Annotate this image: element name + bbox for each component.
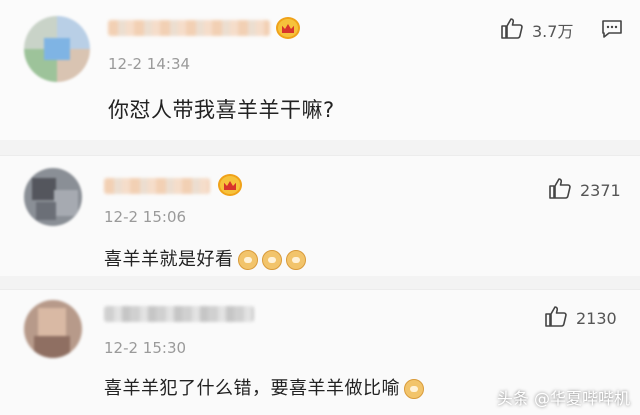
emoji-icon [237,250,258,270]
like-count: 3.7万 [532,22,574,41]
comment-list: 12-2 14:34 你怼人带我喜羊羊干嘛? 3.7万 12-2 15:06 喜… [0,0,640,415]
watermark: 头条 @华夏哔哔机 [496,389,630,408]
like-button[interactable]: 2371 [548,177,621,203]
comment-item: 12-2 15:30 喜羊羊犯了什么错，要喜羊羊做比喻 2130 头条 @华夏哔… [0,289,640,415]
comment-time: 12-2 15:06 [104,208,187,226]
thumbs-up-icon [548,177,580,203]
comment-text: 喜羊羊就是好看 [104,245,306,271]
comment-text: 喜羊羊犯了什么错，要喜羊羊做比喻 [104,374,424,400]
avatar[interactable] [24,16,90,82]
username-blurred[interactable] [108,20,270,36]
comment-text-content: 喜羊羊就是好看 [104,249,234,270]
comment-time: 12-2 15:30 [104,339,187,357]
like-count: 2130 [576,308,617,328]
crown-badge-icon [276,17,300,39]
comment-item: 12-2 14:34 你怼人带我喜羊羊干嘛? 3.7万 [0,0,640,140]
emoji-icon [285,250,306,270]
comment-time: 12-2 14:34 [108,55,191,73]
username-blurred[interactable] [104,178,210,194]
comment-item: 12-2 15:06 喜羊羊就是好看 2371 [0,155,640,276]
username-blurred[interactable] [104,306,254,322]
avatar[interactable] [24,300,82,358]
like-button[interactable]: 3.7万 [500,17,573,43]
emoji-icon [404,379,424,399]
thumbs-up-icon [500,17,532,43]
avatar[interactable] [24,168,82,226]
reply-icon[interactable] [600,18,624,44]
comment-text-content: 喜羊羊犯了什么错，要喜羊羊做比喻 [104,378,400,399]
emoji-icon [261,250,282,270]
crown-badge-icon [218,174,242,196]
comment-text: 你怼人带我喜羊羊干嘛? [108,98,335,122]
like-button[interactable]: 2130 [544,305,617,331]
thumbs-up-icon [544,305,576,331]
like-count: 2371 [580,180,621,200]
